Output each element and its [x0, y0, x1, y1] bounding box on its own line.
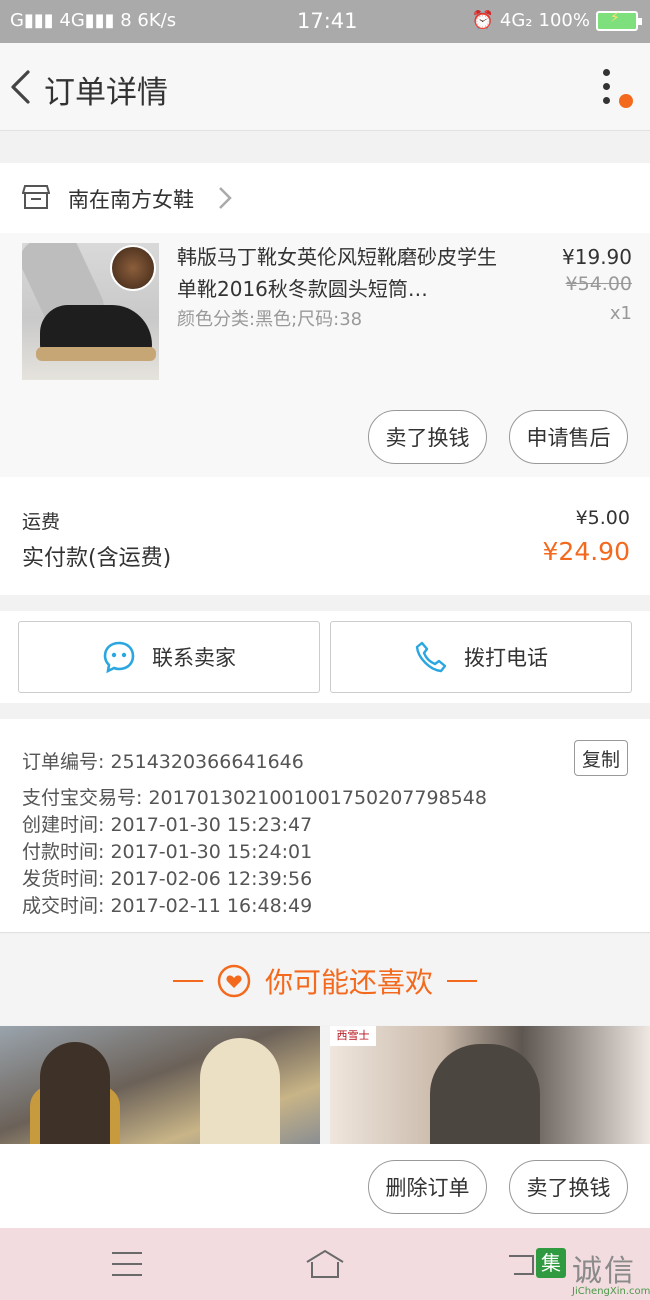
battery-icon: ⚡ — [596, 10, 642, 31]
alipay-trade-number: 支付宝交易号: 2017013021001001750207798548 — [22, 787, 487, 809]
network-label: 4G₂ — [499, 10, 533, 31]
recommend-title-row: 你可能还喜欢 — [0, 961, 650, 1001]
recommend-item-2-image[interactable]: 西雪士 — [330, 1026, 650, 1144]
delete-order-button[interactable]: 删除订单 — [368, 1160, 487, 1214]
shipping-value: ¥5.00 — [575, 507, 630, 529]
alarm-icon: ⏰ — [471, 10, 494, 31]
product-original-price: ¥54.00 — [565, 273, 632, 295]
app-header: 订单详情 — [0, 43, 650, 131]
status-time: 17:41 — [297, 9, 358, 33]
system-nav-bar: 集 诚信 JiChengXin.com — [0, 1228, 650, 1300]
menu-icon[interactable] — [112, 1252, 142, 1276]
store-icon — [22, 185, 50, 209]
recommend-header: 你可能还喜欢 — [0, 935, 650, 1025]
divider-right — [447, 980, 477, 982]
shipped-time: 发货时间: 2017-02-06 12:39:56 — [22, 868, 313, 890]
shipping-label: 运费 — [22, 511, 61, 533]
product-price: ¥19.90 — [562, 245, 632, 269]
heart-icon — [217, 964, 251, 998]
watermark-sub: JiChengXin.com — [572, 1286, 650, 1297]
recommend-item-1-image[interactable] — [0, 1026, 320, 1144]
recommend-title: 你可能还喜欢 — [264, 966, 433, 999]
contact-seller-label: 联系卖家 — [152, 646, 236, 670]
home-icon[interactable] — [304, 1248, 346, 1280]
notification-dot — [619, 94, 633, 108]
shop-row[interactable]: 南在南方女鞋 — [0, 163, 650, 233]
completed-time: 成交时间: 2017-02-11 16:48:49 — [22, 895, 313, 917]
contact-seller-button[interactable]: 联系卖家 — [18, 621, 320, 693]
status-right-group: ⏰ 4G₂ 100% ⚡ — [471, 10, 642, 31]
chat-bubble-icon — [103, 641, 135, 674]
copy-button[interactable]: 复制 — [574, 740, 628, 776]
call-phone-button[interactable]: 拨打电话 — [330, 621, 632, 693]
more-options-icon[interactable] — [596, 69, 616, 109]
fee-summary: 运费 ¥5.00 实付款(含运费) ¥24.90 — [0, 477, 650, 595]
bottom-action-bar: 删除订单 卖了换钱 — [0, 1144, 650, 1228]
call-phone-label: 拨打电话 — [464, 646, 548, 670]
resell-button[interactable]: 卖了换钱 — [368, 410, 487, 464]
watermark-box: 集 — [536, 1248, 566, 1278]
back-arrow-icon[interactable] — [8, 69, 38, 105]
order-number: 订单编号: 2514320366641646 — [22, 751, 304, 773]
resell-button-bottom[interactable]: 卖了换钱 — [509, 1160, 628, 1214]
watermark-logo: 集 诚信 JiChengXin.com — [536, 1246, 650, 1298]
product-title: 韩版马丁靴女英伦风短靴磨砂皮学生单靴2016秋冬款圆头短筒… — [177, 245, 497, 301]
paid-value: ¥24.90 — [542, 537, 630, 566]
chevron-right-icon — [219, 187, 232, 209]
order-info: 订单编号: 2514320366641646 复制 支付宝交易号: 201701… — [0, 719, 650, 933]
product-quantity: x1 — [609, 303, 632, 324]
status-bar: G▮▮▮ 4G▮▮▮ 8 6K/s 17:41 ⏰ 4G₂ 100% ⚡ — [0, 0, 650, 43]
paid-label: 实付款(含运费) — [22, 546, 172, 571]
divider-left — [172, 980, 203, 982]
shop-name: 南在南方女鞋 — [68, 188, 194, 212]
watermark-text: 诚信 — [572, 1254, 636, 1289]
page-title: 订单详情 — [44, 75, 168, 111]
back-nav-icon[interactable] — [506, 1250, 540, 1278]
contact-section: 联系卖家 拨打电话 — [0, 611, 650, 703]
after-sale-button[interactable]: 申请售后 — [509, 410, 628, 464]
brand-tag: 西雪士 — [330, 1026, 376, 1046]
product-card[interactable]: 韩版马丁靴女英伦风短靴磨砂皮学生单靴2016秋冬款圆头短筒… 颜色分类:黑色;尺… — [0, 233, 650, 477]
created-time: 创建时间: 2017-01-30 15:23:47 — [22, 814, 313, 836]
product-spec: 颜色分类:黑色;尺码:38 — [177, 309, 363, 330]
product-image[interactable] — [22, 243, 159, 380]
battery-percent: 100% — [538, 10, 590, 31]
paid-time: 付款时间: 2017-01-30 15:24:01 — [22, 841, 313, 863]
phone-icon — [415, 641, 447, 673]
status-signal-info: G▮▮▮ 4G▮▮▮ 8 6K/s — [10, 10, 177, 31]
